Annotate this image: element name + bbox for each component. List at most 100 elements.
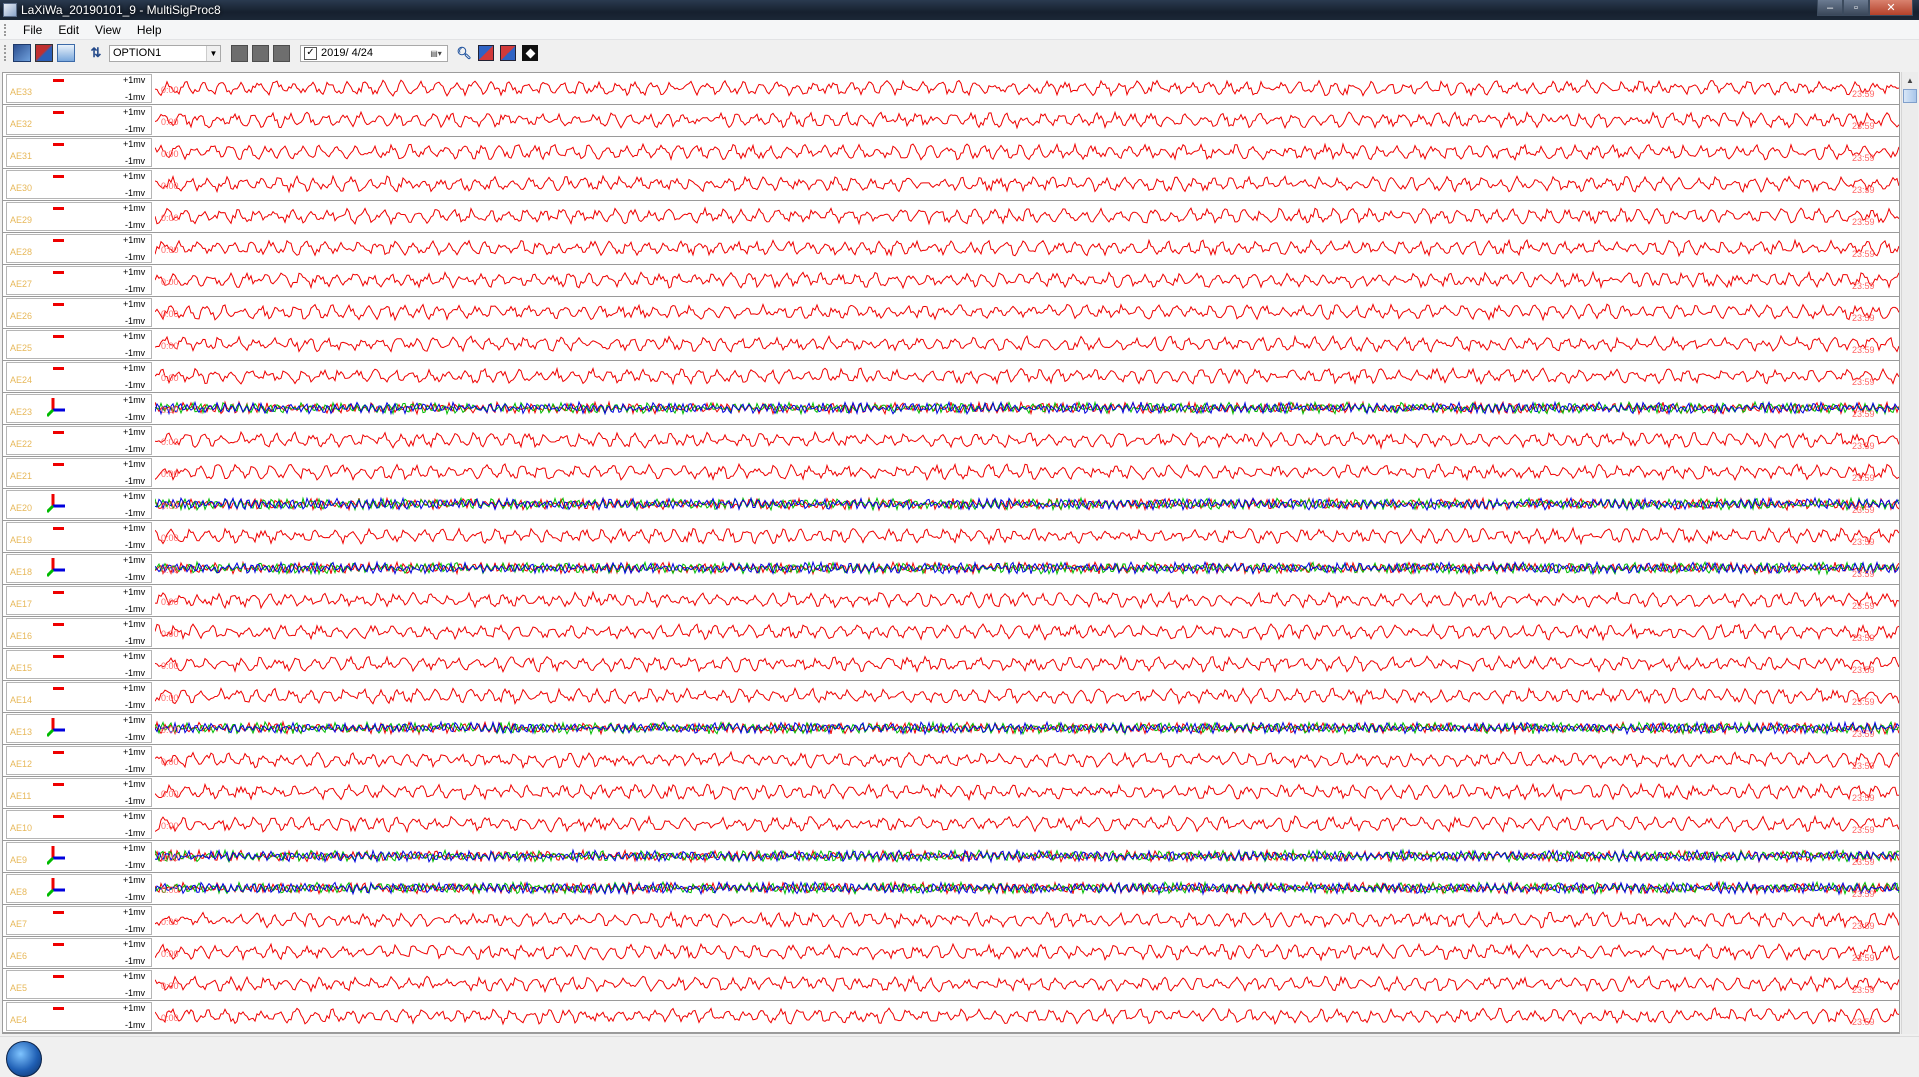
signal-path bbox=[155, 110, 1899, 130]
channel-name: AE7 bbox=[10, 919, 28, 929]
channel-row[interactable]: AE29 +1mv -1mv 0:00 23:59 bbox=[3, 201, 1899, 233]
channel-label[interactable]: AE23 +1mv -1mv bbox=[6, 394, 152, 423]
channel-label[interactable]: AE33 +1mv -1mv bbox=[6, 74, 152, 103]
maximize-button[interactable]: ▫ bbox=[1843, 0, 1869, 16]
channel-label[interactable]: AE20 +1mv -1mv bbox=[6, 490, 152, 519]
signal-path bbox=[155, 590, 1899, 610]
channel-label[interactable]: AE31 +1mv -1mv bbox=[6, 138, 152, 167]
channel-name: AE16 bbox=[10, 631, 33, 641]
date-picker[interactable]: ✓ 2019/ 4/24 ▤▾ bbox=[300, 44, 448, 62]
start-orb-icon[interactable] bbox=[6, 1041, 42, 1077]
channel-row[interactable]: AE8 +1mv -1mv 0:00 23:59 bbox=[3, 873, 1899, 905]
chevron-down-icon[interactable]: ▼ bbox=[206, 45, 220, 61]
channel-label[interactable]: AE19 +1mv -1mv bbox=[6, 522, 152, 551]
channel-label[interactable]: AE22 +1mv -1mv bbox=[6, 426, 152, 455]
channel-label[interactable]: AE24 +1mv -1mv bbox=[6, 362, 152, 391]
time-start-label: 0:00 bbox=[161, 533, 179, 543]
scale-min-label: -1mv bbox=[125, 476, 145, 486]
channel-label[interactable]: AE6 +1mv -1mv bbox=[6, 938, 152, 967]
channel-row[interactable]: AE31 +1mv -1mv 0:00 23:59 bbox=[3, 137, 1899, 169]
channel-label[interactable]: AE7 +1mv -1mv bbox=[6, 906, 152, 935]
channel-label[interactable]: AE21 +1mv -1mv bbox=[6, 458, 152, 487]
channel-label[interactable]: AE10 +1mv -1mv bbox=[6, 810, 152, 839]
channel-row[interactable]: AE23 +1mv -1mv 0:00 23:59 bbox=[3, 393, 1899, 425]
channel-row[interactable]: AE7 +1mv -1mv 0:00 23:59 bbox=[3, 905, 1899, 937]
channel-label[interactable]: AE9 +1mv -1mv bbox=[6, 842, 152, 871]
option-select[interactable]: OPTION1 ▼ bbox=[109, 44, 221, 62]
vertical-scrollbar[interactable]: ▲ bbox=[1901, 72, 1918, 1034]
channel-label[interactable]: AE27 +1mv -1mv bbox=[6, 266, 152, 295]
channel-label[interactable]: AE14 +1mv -1mv bbox=[6, 682, 152, 711]
channel-row[interactable]: AE18 +1mv -1mv 0:00 23:59 bbox=[3, 553, 1899, 585]
channel-label[interactable]: AE15 +1mv -1mv bbox=[6, 650, 152, 679]
calendar-icon[interactable]: ▤▾ bbox=[427, 47, 445, 60]
channel-label[interactable]: AE28 +1mv -1mv bbox=[6, 234, 152, 263]
channel-label[interactable]: AE16 +1mv -1mv bbox=[6, 618, 152, 647]
close-button[interactable]: ✕ bbox=[1869, 0, 1913, 16]
scroll-thumb[interactable] bbox=[1903, 89, 1917, 103]
zoom-icon[interactable]: 🔍︎ bbox=[456, 45, 472, 61]
menu-file[interactable]: File bbox=[15, 23, 50, 37]
channel-label[interactable]: AE13 +1mv -1mv bbox=[6, 714, 152, 743]
diamond-button[interactable] bbox=[522, 45, 538, 61]
channel-row[interactable]: AE27 +1mv -1mv 0:00 23:59 bbox=[3, 265, 1899, 297]
channel-row[interactable]: AE19 +1mv -1mv 0:00 23:59 bbox=[3, 521, 1899, 553]
reload-button[interactable] bbox=[57, 44, 75, 62]
channel-label[interactable]: AE12 +1mv -1mv bbox=[6, 746, 152, 775]
scroll-up-icon[interactable]: ▲ bbox=[1902, 72, 1918, 88]
channel-row[interactable]: AE25 +1mv -1mv 0:00 23:59 bbox=[3, 329, 1899, 361]
channel-row[interactable]: AE24 +1mv -1mv 0:00 23:59 bbox=[3, 361, 1899, 393]
channel-row[interactable]: AE12 +1mv -1mv 0:00 23:59 bbox=[3, 745, 1899, 777]
channel-row[interactable]: AE4 +1mv -1mv 0:00 23:59 bbox=[3, 1001, 1899, 1033]
time-start-label: 0:00 bbox=[161, 341, 179, 351]
channel-label[interactable]: AE26 +1mv -1mv bbox=[6, 298, 152, 327]
channel-row[interactable]: AE17 +1mv -1mv 0:00 23:59 bbox=[3, 585, 1899, 617]
channel-row[interactable]: AE33 +1mv -1mv 0:00 23:59 bbox=[3, 73, 1899, 105]
single-axis-marker-icon bbox=[53, 975, 64, 978]
toolbar: ⇅ OPTION1 ▼ ✓ 2019/ 4/24 ▤▾ 🔍︎ bbox=[0, 40, 1919, 66]
channel-row[interactable]: AE21 +1mv -1mv 0:00 23:59 bbox=[3, 457, 1899, 489]
channel-row[interactable]: AE28 +1mv -1mv 0:00 23:59 bbox=[3, 233, 1899, 265]
channel-blue-button[interactable] bbox=[500, 45, 516, 61]
channel-row[interactable]: AE30 +1mv -1mv 0:00 23:59 bbox=[3, 169, 1899, 201]
channel-row[interactable]: AE14 +1mv -1mv 0:00 23:59 bbox=[3, 681, 1899, 713]
scale-min-label: -1mv bbox=[125, 92, 145, 102]
channel-row[interactable]: AE5 +1mv -1mv 0:00 23:59 bbox=[3, 969, 1899, 1001]
channel-row[interactable]: AE9 +1mv -1mv 0:00 23:59 bbox=[3, 841, 1899, 873]
channel-row[interactable]: AE13 +1mv -1mv 0:00 23:59 bbox=[3, 713, 1899, 745]
channel-label[interactable]: AE17 +1mv -1mv bbox=[6, 586, 152, 615]
minimize-button[interactable]: – bbox=[1817, 0, 1843, 16]
channel-row[interactable]: AE32 +1mv -1mv 0:00 23:59 bbox=[3, 105, 1899, 137]
channel-row[interactable]: AE6 +1mv -1mv 0:00 23:59 bbox=[3, 937, 1899, 969]
channel-row[interactable]: AE11 +1mv -1mv 0:00 23:59 bbox=[3, 777, 1899, 809]
channel-row[interactable]: AE16 +1mv -1mv 0:00 23:59 bbox=[3, 617, 1899, 649]
menu-edit[interactable]: Edit bbox=[50, 23, 87, 37]
channel-label[interactable]: AE11 +1mv -1mv bbox=[6, 778, 152, 807]
channel-label[interactable]: AE4 +1mv -1mv bbox=[6, 1002, 152, 1031]
menu-help[interactable]: Help bbox=[129, 23, 170, 37]
save-button[interactable] bbox=[35, 44, 53, 62]
gray-block-button-2[interactable] bbox=[252, 44, 269, 62]
gray-block-button-3[interactable] bbox=[273, 44, 290, 62]
channel-label[interactable]: AE18 +1mv -1mv bbox=[6, 554, 152, 583]
channel-name: AE20 bbox=[10, 503, 33, 513]
channel-row[interactable]: AE10 +1mv -1mv 0:00 23:59 bbox=[3, 809, 1899, 841]
channel-label[interactable]: AE30 +1mv -1mv bbox=[6, 170, 152, 199]
channel-row[interactable]: AE15 +1mv -1mv 0:00 23:59 bbox=[3, 649, 1899, 681]
channel-name: AE15 bbox=[10, 663, 33, 673]
gray-block-button-1[interactable] bbox=[231, 44, 248, 62]
signal-path bbox=[155, 814, 1899, 834]
channel-label[interactable]: AE5 +1mv -1mv bbox=[6, 970, 152, 999]
channel-row[interactable]: AE20 +1mv -1mv 0:00 23:59 bbox=[3, 489, 1899, 521]
channel-label[interactable]: AE32 +1mv -1mv bbox=[6, 106, 152, 135]
channel-red-button[interactable] bbox=[478, 45, 494, 61]
open-button[interactable] bbox=[13, 44, 31, 62]
channel-row[interactable]: AE26 +1mv -1mv 0:00 23:59 bbox=[3, 297, 1899, 329]
menu-view[interactable]: View bbox=[87, 23, 129, 37]
channel-label[interactable]: AE25 +1mv -1mv bbox=[6, 330, 152, 359]
channel-row[interactable]: AE22 +1mv -1mv 0:00 23:59 bbox=[3, 425, 1899, 457]
channel-label[interactable]: AE8 +1mv -1mv bbox=[6, 874, 152, 903]
sort-button[interactable]: ⇅ bbox=[87, 44, 105, 62]
date-enable-checkbox[interactable]: ✓ bbox=[304, 46, 317, 60]
channel-label[interactable]: AE29 +1mv -1mv bbox=[6, 202, 152, 231]
